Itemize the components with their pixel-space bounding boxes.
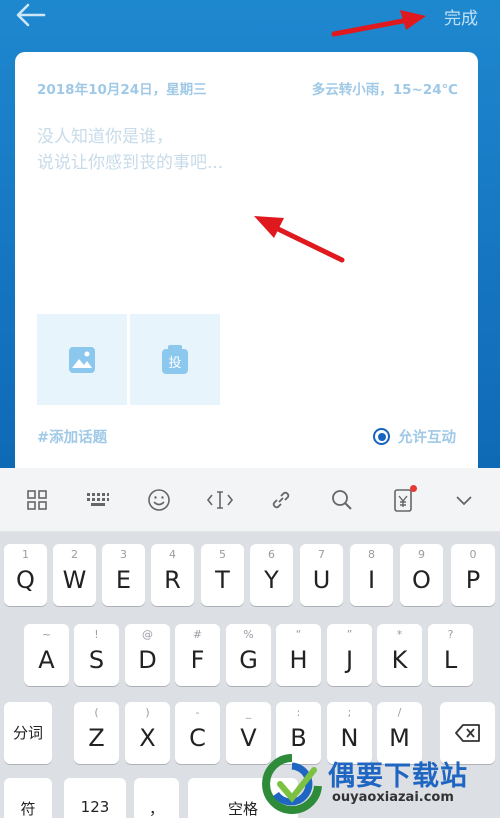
key-w[interactable]: 2W — [53, 544, 96, 606]
keyboard-toolbar — [0, 468, 500, 532]
key-o[interactable]: 9O — [400, 544, 443, 606]
grid-icon[interactable] — [22, 485, 52, 515]
key-e[interactable]: 3E — [102, 544, 145, 606]
attachment-tiles: 投 — [37, 314, 220, 405]
watermark-url: ouyaoxiazai.com — [332, 790, 454, 805]
add-image-button[interactable] — [37, 314, 127, 405]
emoji-icon[interactable] — [144, 485, 174, 515]
key-a[interactable]: ~ A — [24, 624, 69, 686]
key-r[interactable]: 4R — [151, 544, 194, 606]
radio-selected-icon[interactable] — [373, 428, 390, 445]
key-j[interactable]: ” J — [327, 624, 372, 686]
key-d[interactable]: @ D — [125, 624, 170, 686]
key-x[interactable]: ) X — [125, 702, 170, 764]
key-s[interactable]: ! S — [74, 624, 119, 686]
placeholder-line: 没人知道你是谁， — [37, 127, 173, 147]
watermark-title: 偶要下载站 — [328, 761, 468, 792]
search-icon[interactable] — [327, 485, 357, 515]
key-k[interactable]: * K — [377, 624, 422, 686]
annotation-arrow-icon — [254, 216, 345, 263]
placeholder-line: 说说让你感到丧的事吧... — [37, 153, 224, 173]
key-g[interactable]: % G — [226, 624, 271, 686]
number-key[interactable]: 123 — [64, 778, 126, 818]
key-f[interactable]: # F — [175, 624, 220, 686]
date-label: 2018年10月24日，星期三 — [37, 82, 207, 98]
link-icon[interactable] — [266, 485, 296, 515]
allow-interaction-label: 允许互动 — [398, 430, 456, 446]
chevron-down-icon[interactable] — [449, 485, 479, 515]
compose-card: 2018年10月24日，星期三 多云转小雨，15~24℃ 没人知道你是谁， 说说… — [15, 52, 478, 492]
clipboard-icon[interactable] — [388, 484, 418, 515]
add-topic-button[interactable]: #添加话题 — [37, 426, 107, 447]
backspace-icon — [454, 724, 480, 742]
segment-key[interactable]: 分词 — [4, 702, 52, 764]
annotation-arrow-icon — [331, 10, 426, 37]
key-y[interactable]: 6Y — [250, 544, 293, 606]
done-button[interactable]: 完成 — [444, 4, 478, 29]
vote-icon: 投 — [162, 344, 188, 374]
symbol-key[interactable]: 符 — [4, 778, 52, 818]
key-c[interactable]: -C — [175, 702, 220, 764]
key-h[interactable]: “H — [276, 624, 321, 686]
add-vote-button[interactable]: 投 — [130, 314, 220, 405]
key-u[interactable]: 7U — [300, 544, 343, 606]
vote-icon-label: 投 — [168, 355, 181, 371]
comma-key[interactable]: ， — [134, 778, 179, 818]
weather-label: 多云转小雨，15~24℃ — [311, 82, 458, 98]
image-icon — [69, 346, 95, 373]
key-i[interactable]: 8I — [350, 544, 393, 606]
cursor-icon[interactable] — [205, 485, 235, 515]
key-p[interactable]: 0P — [451, 544, 495, 606]
post-text-input[interactable]: 没人知道你是谁， 说说让你感到丧的事吧... — [37, 124, 223, 176]
key-t[interactable]: 5T — [201, 544, 244, 606]
keyboard-icon[interactable] — [83, 485, 113, 515]
allow-interaction-toggle[interactable]: 允许互动 — [373, 426, 456, 447]
site-logo-icon — [262, 754, 322, 814]
back-button[interactable] — [14, 2, 48, 28]
notification-dot — [409, 484, 417, 492]
key-l[interactable]: ? L — [428, 624, 473, 686]
back-arrow-icon — [16, 3, 46, 27]
key-q[interactable]: 1Q — [4, 544, 47, 606]
key-z[interactable]: (Z — [74, 702, 119, 764]
site-watermark: 偶要下载站 ouyaoxiazai.com — [258, 752, 498, 818]
